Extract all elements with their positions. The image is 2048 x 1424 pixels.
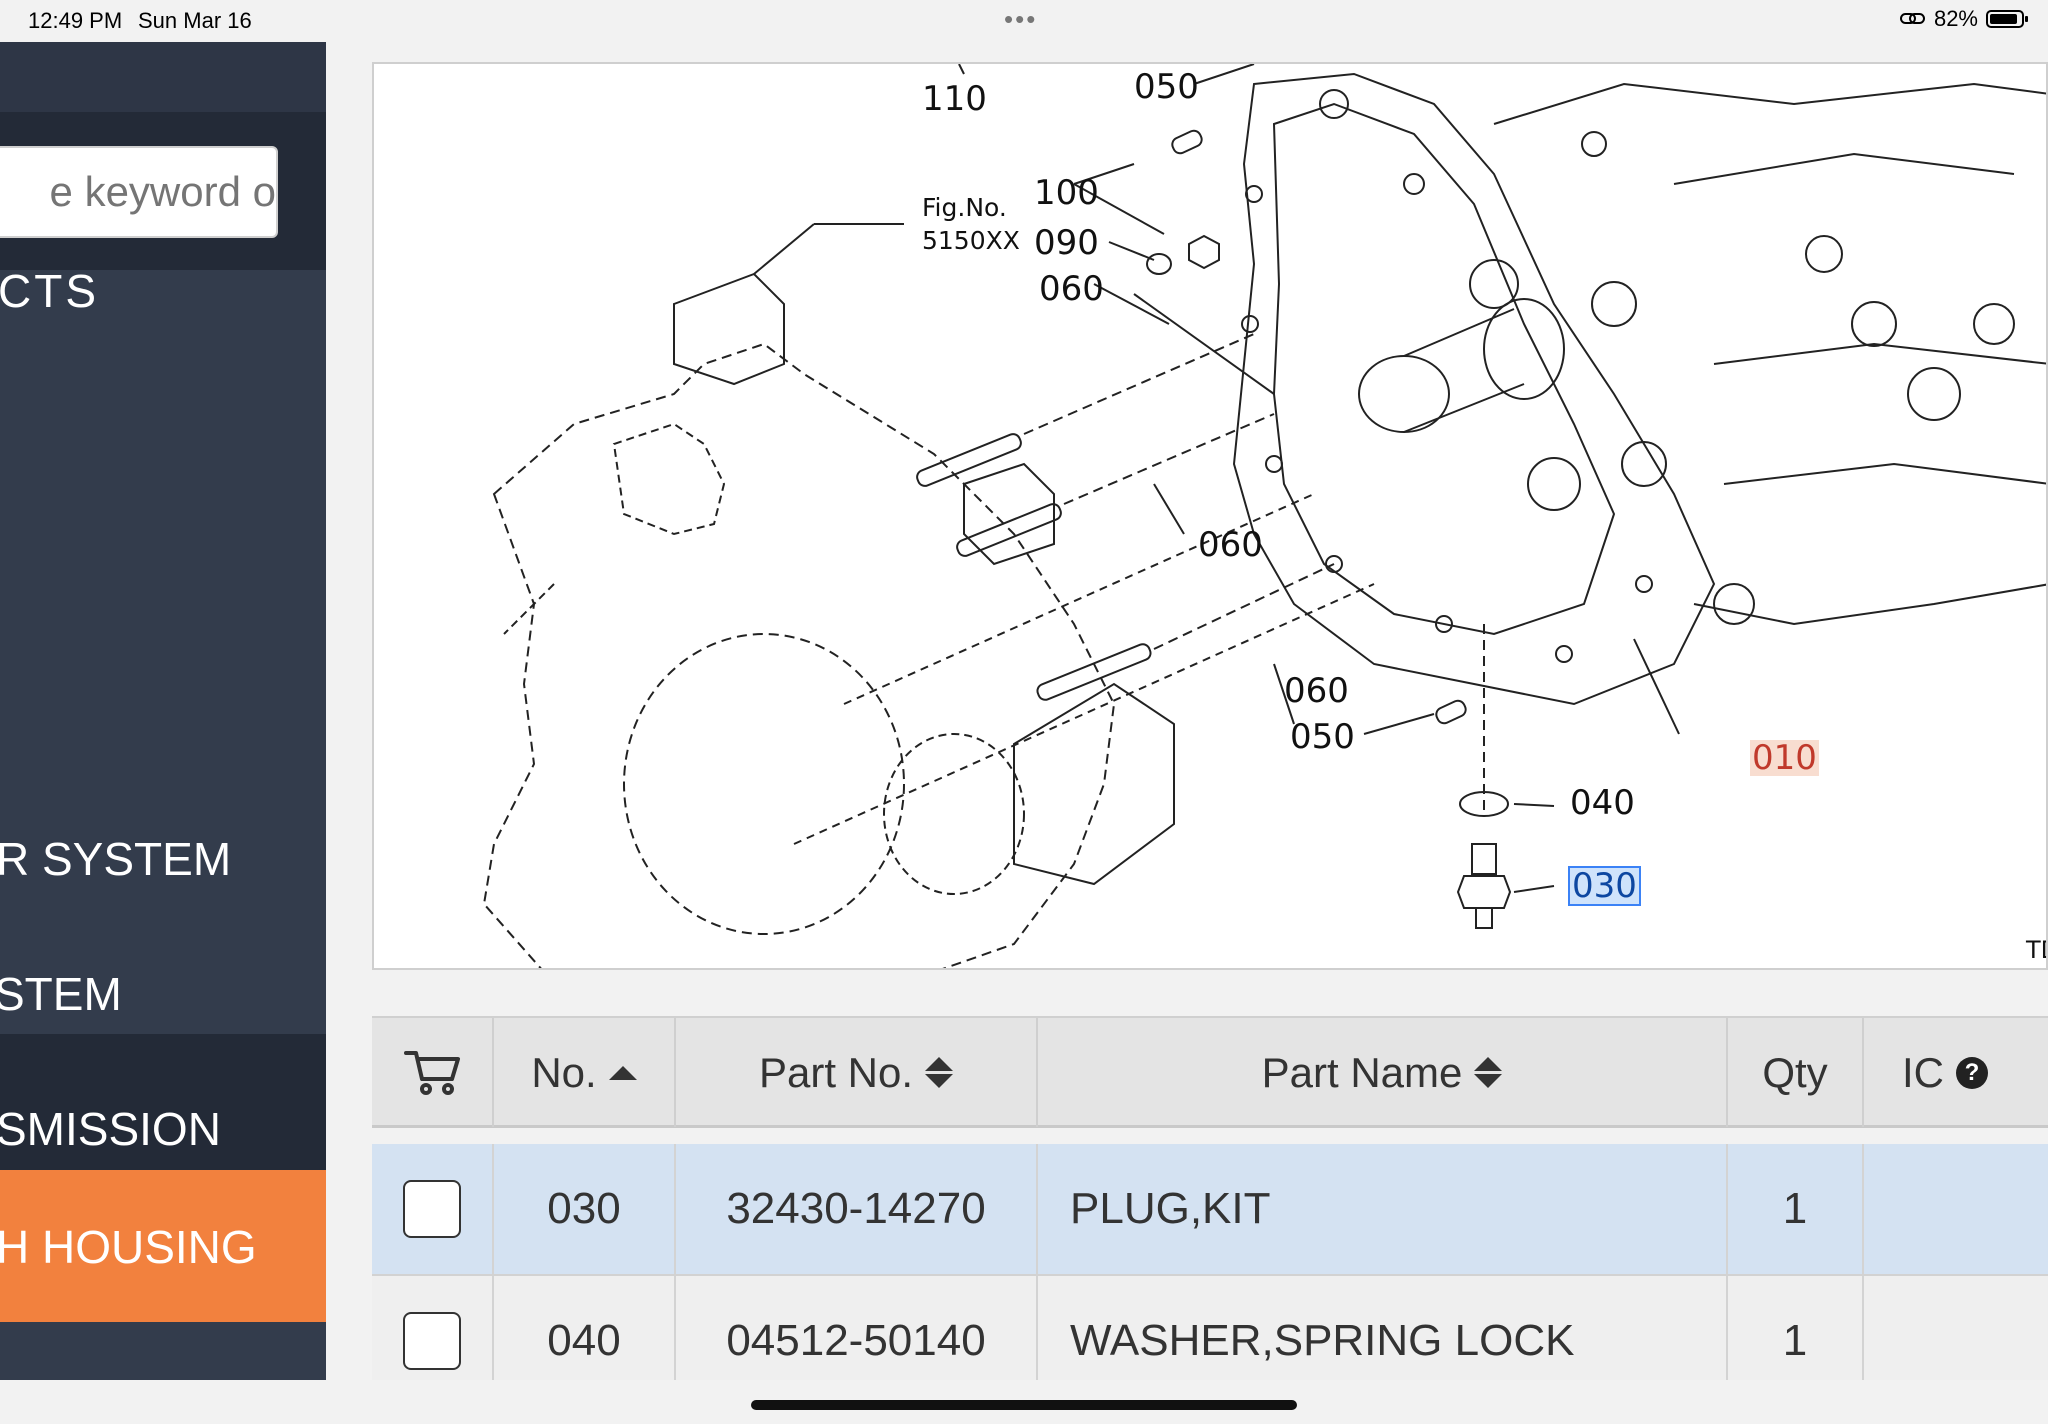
callout-100[interactable]: 100 (1034, 176, 1099, 210)
callout-030-selected[interactable]: 030 (1568, 866, 1641, 906)
column-header-label: Qty (1762, 1048, 1828, 1096)
cart-column-header[interactable] (372, 1018, 494, 1127)
drawing-code: TD (2026, 936, 2046, 964)
status-bar: 12:49 PM Sun Mar 16 ••• 82% (0, 0, 2048, 42)
sort-icon (1474, 1057, 1503, 1088)
cell-qty: 1 (1728, 1144, 1864, 1274)
sidebar-item-transmission[interactable]: SMISSION (0, 1034, 326, 1170)
table-row[interactable]: 040 04512-50140 WASHER,SPRING LOCK 1 (372, 1276, 2048, 1380)
link-icon (1899, 13, 1925, 24)
cell-part-name: PLUG,KIT (1038, 1144, 1728, 1274)
column-header-part-name[interactable]: Part Name (1038, 1018, 1728, 1127)
column-header-label: IC (1902, 1048, 1944, 1096)
search-input[interactable] (0, 148, 276, 236)
column-header-ic[interactable]: IC ? (1864, 1018, 2048, 1127)
sort-icon (925, 1057, 954, 1088)
sidebar-item-label: H HOUSING (0, 1221, 257, 1273)
sidebar-item-label: SMISSION (0, 1103, 221, 1155)
multitasking-dots-icon[interactable]: ••• (1004, 4, 1037, 35)
row-checkbox[interactable] (403, 1312, 461, 1370)
callout-060[interactable]: 060 (1284, 674, 1349, 708)
status-time: 12:49 PM (28, 8, 123, 33)
cell-no: 040 (494, 1276, 676, 1380)
cell-part-no: 04512-50140 (676, 1276, 1038, 1380)
callout-040[interactable]: 040 (1570, 786, 1635, 820)
cell-qty: 1 (1728, 1276, 1864, 1380)
figure-number-value: 5150XX (922, 225, 1020, 255)
sidebar-header (0, 42, 326, 112)
cell-no: 030 (494, 1144, 676, 1274)
column-header-label: Part No. (758, 1048, 914, 1096)
table-header: No. Part No. Part Name Qty IC ? (372, 1016, 2048, 1128)
column-header-label: No. (531, 1048, 597, 1096)
sidebar-item-label: R SYSTEM (0, 833, 232, 885)
sidebar-item-products[interactable]: CTS (0, 264, 326, 334)
status-date: Sun Mar 16 (138, 8, 252, 33)
cart-icon (404, 1050, 460, 1095)
sidebar-item-power-system[interactable]: R SYSTEM (0, 832, 326, 912)
column-header-no[interactable]: No. (494, 1018, 676, 1127)
help-icon[interactable]: ? (1956, 1056, 1988, 1089)
sidebar-item-label: STEM (0, 968, 122, 1020)
column-header-qty: Qty (1728, 1018, 1864, 1127)
cell-part-name: WASHER,SPRING LOCK (1038, 1276, 1728, 1380)
battery-icon (1986, 10, 2028, 28)
callout-090[interactable]: 090 (1034, 226, 1099, 260)
search-field[interactable] (0, 146, 278, 238)
cell-ic (1864, 1144, 2048, 1274)
sidebar-item-clutch-housing[interactable]: H HOUSING (0, 1170, 326, 1322)
parts-table: No. Part No. Part Name Qty IC ? 030 3243… (372, 1016, 2048, 1380)
column-header-part-no[interactable]: Part No. (676, 1018, 1038, 1127)
sidebar-item-label: CTS (0, 265, 99, 317)
sidebar: CTS R SYSTEM STEM SMISSION H HOUSING (0, 42, 326, 1380)
sort-ascending-icon (608, 1065, 637, 1080)
column-header-label: Part Name (1261, 1048, 1463, 1096)
cell-part-no: 32430-14270 (676, 1144, 1038, 1274)
callout-050[interactable]: 050 (1134, 70, 1199, 104)
row-select-cell (372, 1144, 494, 1274)
callout-060[interactable]: 060 (1039, 272, 1104, 306)
row-select-cell (372, 1276, 494, 1380)
figure-number-label: Fig.No. (922, 193, 1007, 222)
callout-060[interactable]: 060 (1198, 528, 1263, 562)
exploded-view-drawing (482, 64, 2046, 968)
status-right: 82% (1899, 6, 2028, 32)
cell-ic (1864, 1276, 2048, 1380)
battery-percent: 82% (1933, 6, 1978, 31)
parts-diagram[interactable]: Fig.No. 5150XX 110 050 100 090 060 060 0… (372, 62, 2048, 970)
table-row[interactable]: 030 32430-14270 PLUG,KIT 1 (372, 1144, 2048, 1276)
callout-010[interactable]: 010 (1750, 740, 1819, 776)
home-indicator[interactable] (751, 1400, 1297, 1410)
callout-110[interactable]: 110 (922, 82, 987, 116)
callout-050[interactable]: 050 (1290, 720, 1355, 754)
row-checkbox[interactable] (403, 1180, 461, 1238)
